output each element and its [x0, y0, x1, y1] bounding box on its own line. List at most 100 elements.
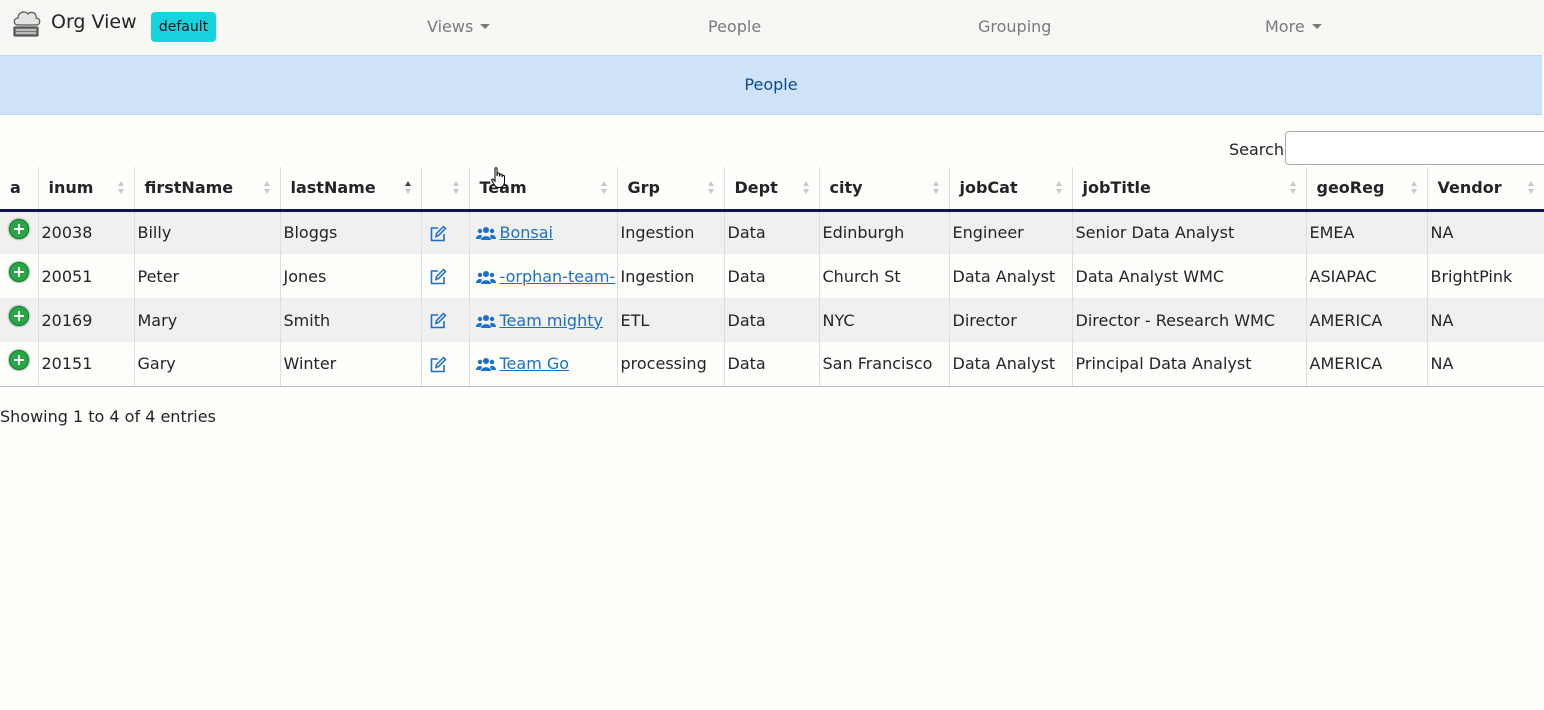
col-header-firstname[interactable]: firstName	[134, 167, 281, 212]
col-header-label: Grp	[627, 178, 660, 198]
sort-icon	[452, 181, 460, 195]
cell-inum: 20169	[38, 298, 135, 342]
chevron-down-icon	[1311, 24, 1322, 29]
nav-people[interactable]: People	[708, 17, 761, 36]
nav-more-dropdown[interactable]: More	[1265, 17, 1322, 36]
cell-grp: Ingestion	[617, 254, 725, 298]
col-header-label: Dept	[734, 178, 778, 198]
cell-lastname: Jones	[280, 254, 422, 298]
environment-badge: default	[151, 12, 216, 42]
search-input[interactable]	[1285, 131, 1544, 165]
sort-icon	[1055, 181, 1063, 195]
cell-lastname: Winter	[280, 342, 422, 387]
col-header-edit[interactable]	[421, 167, 470, 212]
col-header-georeg[interactable]: geoReg	[1306, 167, 1428, 212]
col-header-label: jobCat	[959, 178, 1018, 198]
cell-city: NYC	[819, 298, 950, 342]
col-header-a[interactable]: a	[0, 167, 39, 212]
cell-edit	[421, 298, 470, 342]
cell-jobtitle: Senior Data Analyst	[1072, 210, 1307, 254]
edit-icon[interactable]	[429, 268, 447, 286]
cell-firstname: Mary	[134, 298, 281, 342]
nav-views-dropdown[interactable]: Views	[427, 17, 491, 36]
brand-title[interactable]: Org View	[51, 11, 137, 33]
add-circle-icon[interactable]	[9, 218, 29, 239]
cell-add	[0, 254, 39, 298]
cell-dept: Data	[724, 210, 820, 254]
add-circle-icon[interactable]	[9, 262, 29, 282]
top-navbar: Org View default Views People Grouping M…	[0, 0, 1544, 55]
col-header-label: lastName	[290, 178, 376, 198]
edit-icon[interactable]	[429, 355, 447, 374]
edit-icon[interactable]	[429, 224, 447, 243]
cell-grp: processing	[617, 342, 725, 387]
cell-vendor: NA	[1427, 342, 1544, 387]
cell-vendor: NA	[1427, 298, 1544, 342]
cell-team: Team mighty	[469, 298, 618, 342]
cell-georeg: ASIAPAC	[1306, 254, 1428, 298]
edit-icon[interactable]	[429, 312, 447, 330]
team-link[interactable]: Team Go	[500, 354, 570, 373]
cell-team: Team Go	[469, 342, 618, 387]
col-header-label: jobTitle	[1082, 178, 1151, 198]
sort-icon	[117, 181, 125, 195]
sort-icon	[1528, 181, 1535, 195]
add-circle-icon[interactable]	[9, 349, 29, 370]
search-label: Search:	[1229, 140, 1290, 159]
table-row: 20151 Gary Winter Team Go processing Dat…	[0, 342, 1544, 387]
team-link[interactable]: Bonsai	[500, 223, 554, 242]
cloud-server-logo-icon[interactable]	[10, 6, 42, 38]
cell-dept: Data	[724, 298, 820, 342]
col-header-city[interactable]: city	[819, 167, 950, 212]
col-header-vendor[interactable]: Vendor	[1427, 167, 1544, 212]
col-header-label: city	[829, 178, 863, 198]
cell-inum: 20038	[38, 210, 135, 254]
cell-vendor: NA	[1427, 210, 1544, 254]
sort-icon	[1410, 181, 1418, 195]
col-header-jobtitle[interactable]: jobTitle	[1072, 167, 1307, 212]
users-icon	[475, 227, 496, 241]
cell-inum: 20051	[38, 254, 135, 298]
cell-add	[0, 298, 39, 342]
cell-dept: Data	[724, 254, 820, 298]
cell-jobcat: Data Analyst	[949, 342, 1073, 387]
nav-views-label: Views	[427, 17, 474, 36]
cell-georeg: AMERICA	[1306, 298, 1428, 342]
table-row: 20051 Peter Jones -orphan-team- Ingestio…	[0, 254, 1544, 298]
table-row: 20169 Mary Smith Team mighty ETL Data NY…	[0, 298, 1544, 342]
team-link[interactable]: -orphan-team-	[500, 267, 616, 286]
cell-georeg: AMERICA	[1306, 342, 1428, 387]
col-header-grp[interactable]: Grp	[617, 167, 725, 212]
sort-icon	[1289, 181, 1297, 195]
team-link[interactable]: Team mighty	[500, 311, 603, 330]
cell-lastname: Smith	[280, 298, 422, 342]
cell-edit	[421, 210, 470, 254]
cell-edit	[421, 342, 470, 387]
nav-grouping[interactable]: Grouping	[978, 17, 1051, 36]
cell-jobtitle: Data Analyst WMC	[1072, 254, 1307, 298]
cell-lastname: Bloggs	[280, 210, 422, 254]
people-table: a inum firstName lastName Team Grp Dept …	[0, 167, 1544, 387]
cell-city: Church St	[819, 254, 950, 298]
cell-jobcat: Director	[949, 298, 1073, 342]
cell-team: -orphan-team-	[469, 254, 618, 298]
cell-jobtitle: Director - Research WMC	[1072, 298, 1307, 342]
cell-jobcat: Engineer	[949, 210, 1073, 254]
col-header-inum[interactable]: inum	[38, 167, 135, 212]
cell-add	[0, 210, 39, 254]
col-header-lastname[interactable]: lastName	[280, 167, 422, 212]
cell-vendor: BrightPink	[1427, 254, 1544, 298]
cell-grp: Ingestion	[617, 210, 725, 254]
users-icon	[475, 358, 496, 372]
table-row: 20038 Billy Bloggs Bonsai Ingestion Data…	[0, 210, 1544, 254]
col-header-label: Vendor	[1437, 178, 1502, 198]
cell-add	[0, 342, 39, 387]
add-circle-icon[interactable]	[9, 306, 29, 326]
col-header-jobcat[interactable]: jobCat	[949, 167, 1073, 212]
col-header-label: a	[10, 178, 21, 198]
cell-team: Bonsai	[469, 210, 618, 254]
col-header-dept[interactable]: Dept	[724, 167, 820, 212]
cell-firstname: Peter	[134, 254, 281, 298]
sort-icon	[932, 181, 940, 195]
col-header-label: inum	[48, 178, 94, 198]
